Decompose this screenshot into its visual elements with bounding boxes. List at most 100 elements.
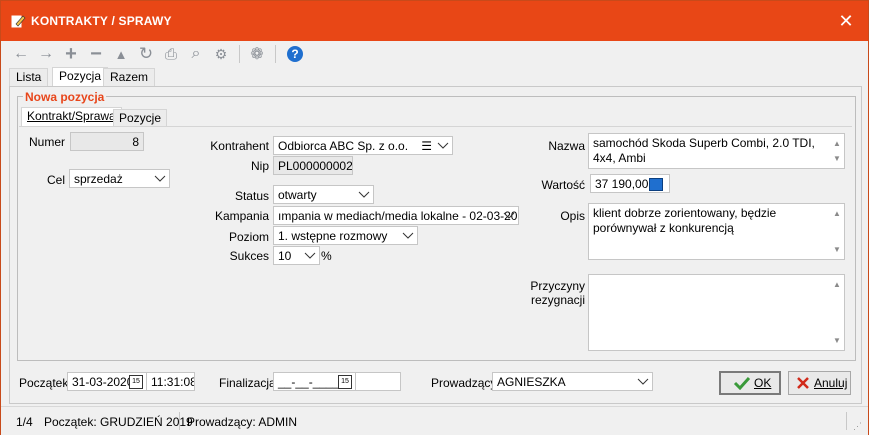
poziom-label: Poziom bbox=[228, 230, 269, 244]
cancel-icon bbox=[797, 377, 809, 389]
tab-pozycje[interactable]: Pozycje bbox=[113, 109, 168, 127]
calendar-icon[interactable]: 15 bbox=[338, 375, 352, 389]
chevron-down-icon[interactable] bbox=[151, 170, 169, 187]
anuluj-button[interactable]: Anuluj bbox=[788, 371, 851, 395]
prowadzacy-select[interactable]: AGNIESZKA bbox=[492, 372, 653, 391]
print-icon[interactable]: ⎙ bbox=[161, 44, 181, 64]
filter-icon[interactable]: ▲ bbox=[111, 44, 131, 64]
cel-label: Cel bbox=[46, 173, 65, 187]
status-separator bbox=[179, 412, 180, 430]
kampania-value: ımpania w mediach/media lokalne - 02-03-… bbox=[278, 209, 519, 223]
wartosc-value: 37 190,00 bbox=[595, 177, 649, 191]
przyczyny-field[interactable]: ▲ ▼ bbox=[588, 274, 845, 351]
remove-icon[interactable]: − bbox=[86, 43, 106, 65]
finalizacja-date-field[interactable]: __-__-____ 15 bbox=[273, 372, 356, 391]
scroll-down-icon[interactable]: ▼ bbox=[832, 242, 842, 257]
kampania-label: Kampania bbox=[214, 209, 269, 223]
tools-icon[interactable]: ⚙ bbox=[211, 44, 231, 64]
poczatek-label: Początek bbox=[19, 376, 69, 390]
nazwa-label: Nazwa bbox=[548, 139, 585, 153]
nazwa-field[interactable]: samochód Skoda Superb Combi, 2.0 TDI, 4x… bbox=[588, 133, 845, 169]
przyczyny-label-2: rezygnacji bbox=[530, 293, 585, 307]
anuluj-label: Anuluj bbox=[814, 376, 848, 390]
sukces-label: Sukces bbox=[229, 249, 269, 263]
scroll-down-icon[interactable]: ▼ bbox=[832, 151, 842, 166]
status-owner: Prowadzący: ADMIN bbox=[187, 415, 298, 429]
kontrakty-window: KONTRAKTY / SPRAWY ✕ ← → + − ▲ ↻ ⎙ ⌕ ⚙ ❁… bbox=[0, 0, 869, 435]
status-start: Początek: GRUDZIEŃ 2019 bbox=[44, 415, 193, 429]
toolbar-separator bbox=[275, 45, 276, 63]
nip-field: PL0000000022 bbox=[273, 156, 353, 175]
toolbar-separator bbox=[239, 45, 240, 63]
list-icon[interactable]: ☰ bbox=[421, 137, 432, 154]
cel-value: sprzedaż bbox=[74, 172, 123, 186]
poziom-select[interactable]: 1. wstępne rozmowy bbox=[273, 226, 418, 245]
numer-label: Numer bbox=[28, 135, 65, 149]
tab-lista[interactable]: Lista bbox=[9, 68, 49, 86]
refresh-icon[interactable]: ↻ bbox=[136, 44, 156, 64]
poczatek-date-value: 31-03-2020 bbox=[72, 375, 134, 389]
nazwa-value: samochód Skoda Superb Combi, 2.0 TDI, 4x… bbox=[593, 136, 815, 165]
plugin-icon[interactable]: ❁ bbox=[247, 44, 267, 64]
close-button[interactable]: ✕ bbox=[824, 1, 868, 41]
kampania-select[interactable]: ımpania w mediach/media lokalne - 02-03-… bbox=[273, 206, 519, 225]
tab-pozycja[interactable]: Pozycja bbox=[52, 67, 109, 87]
check-icon bbox=[733, 376, 751, 390]
search-icon[interactable]: ⌕ bbox=[186, 44, 206, 64]
finalizacja-label: Finalizacja bbox=[219, 376, 276, 390]
poczatek-time-field[interactable]: 11:31:08 bbox=[146, 372, 195, 391]
wartosc-field[interactable]: 37 190,00 bbox=[590, 174, 670, 193]
tab-razem[interactable]: Razem bbox=[103, 68, 156, 86]
finalizacja-date-value: __-__-____ bbox=[278, 375, 340, 389]
numer-field: 8 bbox=[70, 132, 144, 151]
sukces-unit: % bbox=[321, 249, 332, 263]
add-icon[interactable]: + bbox=[61, 43, 81, 65]
scroll-up-icon[interactable]: ▲ bbox=[832, 206, 842, 221]
chevron-down-icon[interactable] bbox=[634, 373, 652, 390]
tab-kontrakt-label: Kontrakt/Sprawa bbox=[27, 109, 116, 123]
scroll-up-icon[interactable]: ▲ bbox=[832, 277, 842, 292]
help-glyph: ? bbox=[287, 46, 303, 62]
cel-select[interactable]: sprzedaż bbox=[69, 169, 170, 188]
calendar-icon[interactable]: 15 bbox=[129, 375, 143, 389]
chevron-down-icon[interactable] bbox=[355, 186, 373, 203]
title-bar: KONTRAKTY / SPRAWY ✕ bbox=[1, 1, 868, 41]
toolbar: ← → + − ▲ ↻ ⎙ ⌕ ⚙ ❁ ? bbox=[1, 41, 868, 67]
kontrahent-label: Kontrahent bbox=[210, 139, 269, 153]
status-label: Status bbox=[234, 189, 269, 203]
przyczyny-label-1: Przyczyny bbox=[530, 279, 585, 293]
scroll-down-icon[interactable]: ▼ bbox=[832, 333, 842, 348]
tab-pozycje-label: Pozycje bbox=[119, 111, 162, 125]
ok-button[interactable]: OK bbox=[719, 371, 781, 395]
nip-label: Nip bbox=[250, 159, 269, 173]
window-title: KONTRAKTY / SPRAWY bbox=[31, 14, 172, 28]
kontrahent-field[interactable]: Odbiorca ABC Sp. z o.o. ☰ bbox=[273, 136, 453, 155]
calculator-icon[interactable] bbox=[649, 178, 663, 191]
status-value: otwarty bbox=[278, 188, 317, 202]
poziom-value: 1. wstępne rozmowy bbox=[278, 229, 388, 243]
resize-grip-icon[interactable]: ⋰ bbox=[853, 421, 862, 432]
poczatek-date-field[interactable]: 31-03-2020 15 bbox=[67, 372, 147, 391]
scroll-up-icon[interactable]: ▲ bbox=[832, 136, 842, 151]
prowadzacy-label: Prowadzący bbox=[431, 376, 497, 390]
finalizacja-time-field[interactable] bbox=[355, 372, 401, 391]
kontrahent-value: Odbiorca ABC Sp. z o.o. bbox=[278, 139, 409, 153]
group-title: Nowa pozycja bbox=[23, 90, 107, 104]
wartosc-label: Wartość bbox=[541, 178, 585, 192]
tab-kontrakt-sprawa[interactable]: Kontrakt/Sprawa bbox=[21, 107, 122, 127]
chevron-down-icon[interactable] bbox=[434, 137, 452, 154]
opis-value: klient dobrze zorientowany, będzie porów… bbox=[593, 206, 777, 235]
back-icon[interactable]: ← bbox=[11, 44, 31, 64]
sukces-value: 10 bbox=[278, 249, 292, 263]
status-select[interactable]: otwarty bbox=[273, 185, 374, 204]
chevron-down-icon[interactable] bbox=[301, 247, 319, 264]
help-icon[interactable]: ? bbox=[285, 44, 305, 64]
opis-label: Opis bbox=[560, 209, 585, 223]
chevron-down-icon[interactable] bbox=[500, 207, 518, 224]
chevron-down-icon[interactable] bbox=[399, 227, 417, 244]
opis-field[interactable]: klient dobrze zorientowany, będzie porów… bbox=[588, 203, 845, 260]
sukces-select[interactable]: 10 bbox=[273, 246, 320, 265]
forward-icon[interactable]: → bbox=[36, 44, 56, 64]
edit-document-icon bbox=[11, 15, 26, 28]
status-separator bbox=[846, 412, 847, 430]
